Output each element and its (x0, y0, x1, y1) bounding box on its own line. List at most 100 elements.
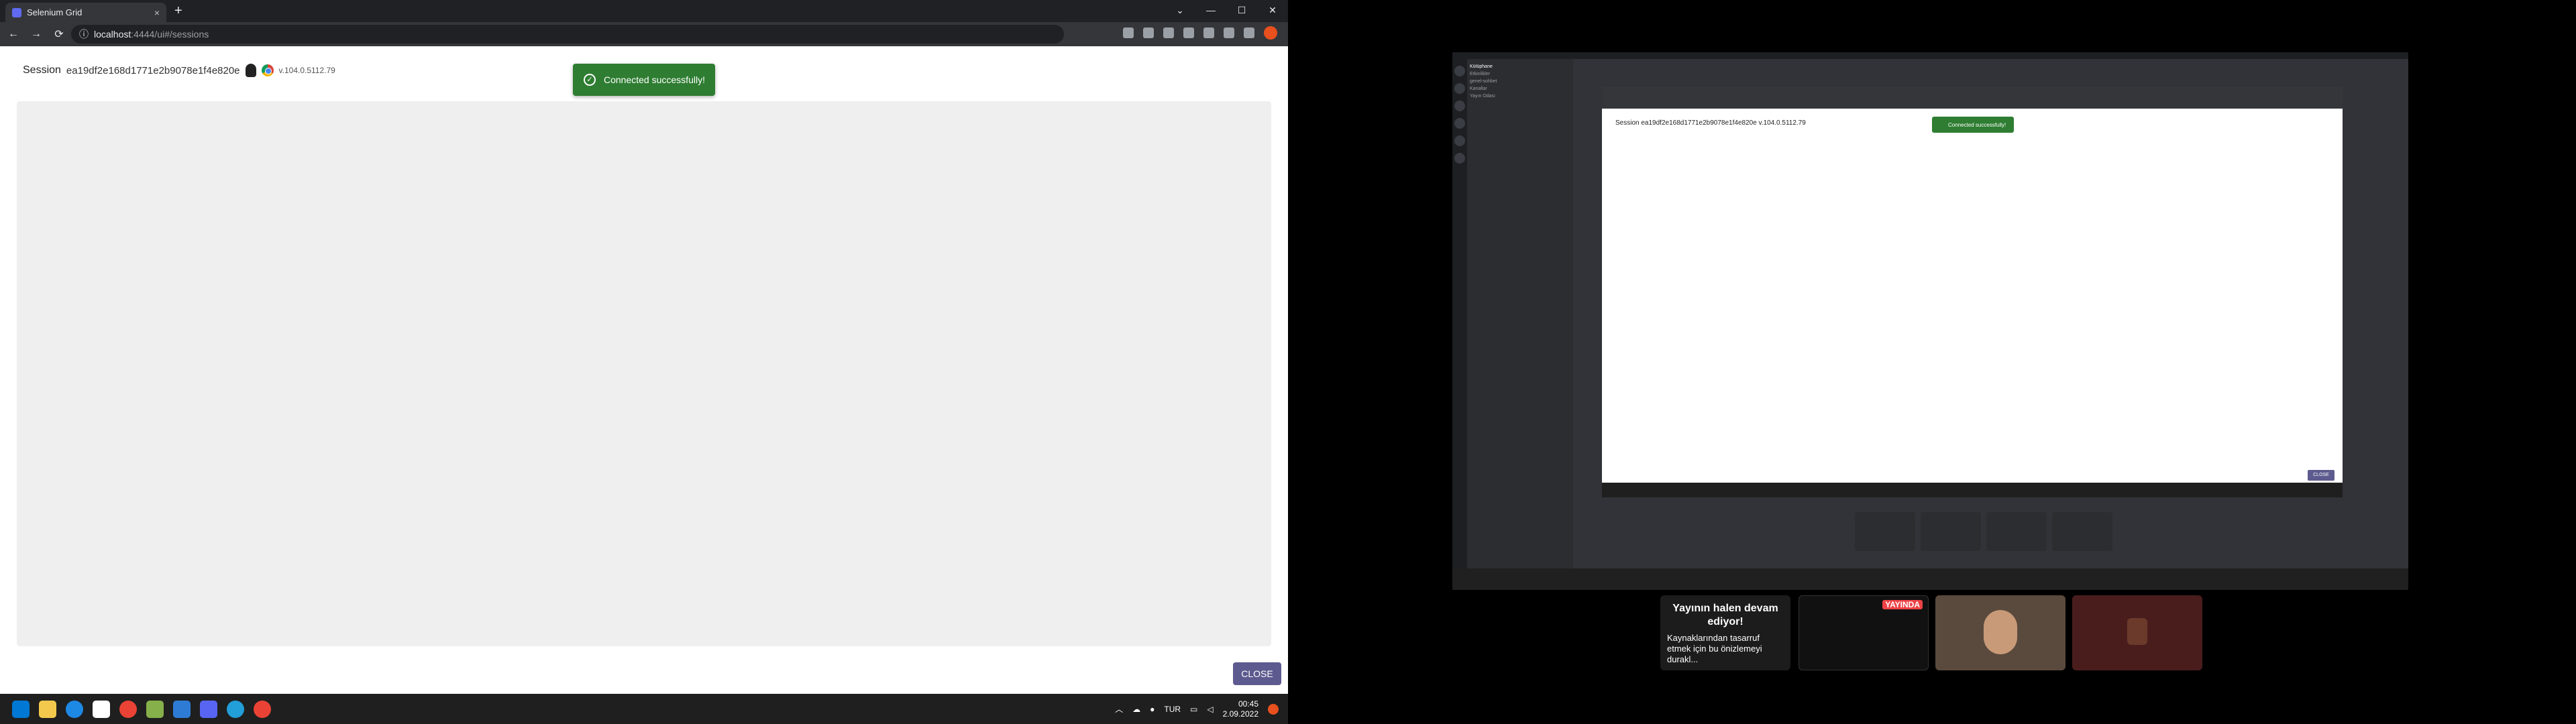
chrome-icon (261, 64, 274, 76)
stream-view: Session ea19df2e168d1771e2b9078e1f4e820e… (1573, 59, 2408, 590)
close-button[interactable]: CLOSE (1233, 662, 1281, 685)
server-list (1452, 59, 1467, 590)
stream-tile[interactable]: YAYINDA (1799, 595, 1929, 670)
session-label: Session (23, 64, 61, 76)
info-icon[interactable]: ⓘ (79, 27, 89, 41)
server-icon[interactable] (1454, 118, 1465, 129)
network-icon[interactable]: ▭ (1190, 705, 1197, 714)
streamed-toast: Connected successfully! (1932, 117, 2014, 133)
participant-tile[interactable] (1921, 512, 1981, 551)
participant-thumbnails (1855, 512, 2112, 551)
chrome-taskbar-icon[interactable] (119, 700, 137, 718)
channel-item[interactable]: Etkinlikler (1470, 72, 1570, 76)
selenium-favicon-icon (12, 7, 21, 17)
camera-tile[interactable] (1935, 595, 2065, 670)
tab-strip: Selenium Grid × + ⌄ — ☐ ✕ (0, 0, 1288, 22)
selenium-grid-page: Session ea19df2e168d1771e2b9078e1f4e820e… (0, 46, 1288, 694)
stream-preview-overlay: Yayının halen devam ediyor! Kaynaklarınd… (1660, 595, 2212, 670)
language-indicator[interactable]: TUR (1164, 705, 1181, 714)
participant-tile[interactable] (1986, 512, 2047, 551)
preview-title: Yayının halen devam ediyor! (1672, 603, 1778, 627)
session-id: ea19df2e168d1771e2b9078e1f4e820e (66, 64, 240, 76)
close-window-button[interactable]: ✕ (1257, 0, 1288, 22)
browser-window: Selenium Grid × + ⌄ — ☐ ✕ ← → ⟳ ⓘ localh… (0, 0, 1288, 724)
camera-tile[interactable] (2072, 595, 2202, 670)
tab-close-icon[interactable]: × (154, 7, 160, 18)
bookmark-star-icon[interactable] (1183, 27, 1194, 38)
participant-tile[interactable] (2052, 512, 2112, 551)
clock[interactable]: 00:45 2.09.2022 (1223, 699, 1258, 719)
server-icon[interactable] (1454, 101, 1465, 111)
live-badge: YAYINDA (1882, 600, 1923, 609)
windows-taskbar: ︿ ☁ ● TUR ▭ ◁ 00:45 2.09.2022 (0, 694, 1288, 724)
tab-search-icon[interactable]: ⌄ (1165, 0, 1195, 22)
streamed-toolbar (1602, 87, 2343, 109)
channel-item[interactable]: Kanallar (1470, 86, 1570, 91)
server-icon[interactable] (1454, 66, 1465, 76)
tray-chevron-icon[interactable]: ︿ (1115, 703, 1123, 715)
streamed-close-button: CLOSE (2308, 470, 2334, 481)
address-bar[interactable]: ⓘ localhost:4444/ui#/sessions (71, 25, 1064, 44)
session-header: Session ea19df2e168d1771e2b9078e1f4e820e… (23, 64, 335, 77)
taskbar-apps (12, 700, 271, 718)
sidebar-icon[interactable] (1244, 27, 1254, 38)
edge-icon[interactable] (66, 700, 83, 718)
notification-icon[interactable] (1268, 703, 1279, 715)
server-icon[interactable] (1454, 135, 1465, 146)
channel-list: Kütüphane Etkinlikler genel-sohbet Kanal… (1467, 59, 1573, 583)
extensions-area (1123, 26, 1277, 40)
browser-toolbar: ← → ⟳ ⓘ localhost:4444/ui#/sessions (0, 22, 1288, 46)
discord-icon[interactable] (200, 700, 217, 718)
tab-selenium-grid[interactable]: Selenium Grid × (5, 3, 166, 22)
streamed-browser: Session ea19df2e168d1771e2b9078e1f4e820e… (1602, 87, 2343, 497)
mic-icon[interactable]: ● (1150, 705, 1155, 714)
participant-tile[interactable] (1855, 512, 1915, 551)
channel-item[interactable]: Yayın Odası (1470, 94, 1570, 99)
back-button[interactable]: ← (4, 28, 23, 40)
intellij-icon[interactable] (146, 700, 164, 718)
start-icon[interactable] (12, 700, 30, 718)
browser-version: v.104.0.5112.79 (278, 66, 335, 75)
streamed-session: Session ea19df2e168d1771e2b9078e1f4e820e… (1615, 119, 1806, 127)
server-icon[interactable] (1454, 153, 1465, 164)
window-controls: ⌄ — ☐ ✕ (1165, 0, 1288, 22)
file-explorer-icon[interactable] (39, 700, 56, 718)
linux-icon (245, 64, 256, 77)
remote-taskbar (1452, 568, 2408, 590)
server-name[interactable]: Kütüphane (1470, 64, 1570, 69)
server-icon[interactable] (1454, 83, 1465, 94)
store-icon[interactable] (93, 700, 110, 718)
toast-message: Connected successfully! (604, 74, 705, 85)
profile-avatar[interactable] (1264, 26, 1277, 40)
volume-icon[interactable]: ◁ (1207, 705, 1213, 714)
tab-title: Selenium Grid (27, 7, 83, 17)
new-tab-button[interactable]: + (174, 4, 182, 17)
clock-date: 2.09.2022 (1222, 709, 1258, 719)
connected-toast: ✓ Connected successfully! (573, 64, 715, 96)
user-avatar (2127, 618, 2147, 645)
user-avatar (1984, 610, 2017, 654)
url-host: localhost (94, 29, 131, 40)
reload-button[interactable]: ⟳ (50, 27, 68, 41)
telegram-icon[interactable] (227, 700, 244, 718)
extension-icon[interactable] (1203, 27, 1214, 38)
key-icon[interactable] (1123, 27, 1134, 38)
minimize-button[interactable]: — (1195, 0, 1226, 22)
streamed-taskbar (1602, 483, 2343, 497)
url-path: :4444/ui#/sessions (131, 29, 209, 40)
share-icon[interactable] (1163, 27, 1174, 38)
vnc-viewer[interactable] (17, 101, 1271, 646)
check-circle-icon: ✓ (584, 74, 596, 86)
maximize-button[interactable]: ☐ (1226, 0, 1257, 22)
idea-icon[interactable] (173, 700, 191, 718)
forward-button[interactable]: → (27, 28, 46, 40)
clock-time: 00:45 (1238, 699, 1258, 709)
chrome-active-icon[interactable] (254, 700, 271, 718)
zoom-icon[interactable] (1143, 27, 1154, 38)
onedrive-icon[interactable]: ☁ (1132, 705, 1140, 714)
channel-item[interactable]: genel-sohbet (1470, 79, 1570, 84)
preview-text: Kaynaklarından tasarruf etmek için bu ön… (1667, 633, 1762, 664)
puzzle-icon[interactable] (1224, 27, 1234, 38)
discord-window: Kütüphane Etkinlikler genel-sohbet Kanal… (1452, 52, 2408, 590)
stream-paused-card[interactable]: Yayının halen devam ediyor! Kaynaklarınd… (1660, 595, 1790, 670)
